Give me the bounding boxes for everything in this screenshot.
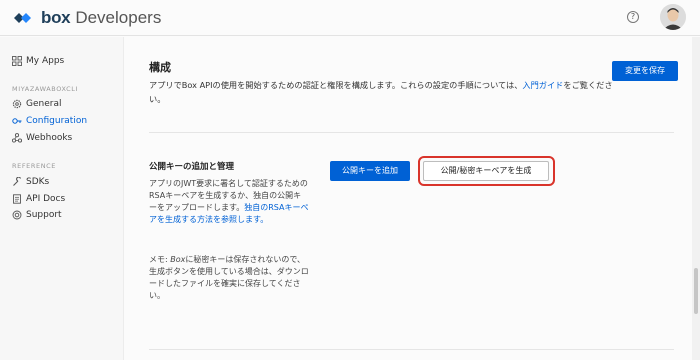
sidebar-item-label: General — [26, 99, 62, 109]
help-icon[interactable]: ? — [627, 11, 639, 23]
sidebar-item-label: My Apps — [26, 56, 65, 66]
scrollbar-thumb[interactable] — [694, 268, 698, 314]
brand-name: box — [41, 8, 71, 27]
note-box: Box — [170, 255, 186, 264]
sidebar-item-label: Configuration — [26, 116, 88, 126]
config-description-text: アプリでBox APIの使用を開始するための認証と権限を構成します。これらの設定… — [149, 80, 523, 90]
sidebar-item-label: Webhooks — [26, 133, 73, 143]
key-icon — [12, 118, 22, 124]
sidebar-item-configuration[interactable]: Configuration — [12, 116, 87, 126]
sidebar-item-support[interactable]: Support — [12, 210, 62, 220]
main-content: 構成 アプリでBox APIの使用を開始するための認証と権限を構成します。これら… — [124, 37, 687, 360]
note-prefix: メモ: — [149, 255, 171, 264]
sidebar-item-api-docs[interactable]: API Docs — [12, 194, 65, 204]
section-divider-bottom — [149, 349, 674, 350]
box-logo-icon — [14, 13, 31, 23]
app-section-title: MIYAZAWABOXCLI — [12, 85, 79, 93]
section-divider — [149, 132, 674, 133]
support-icon — [12, 210, 22, 220]
sidebar-item-sdks[interactable]: SDKs — [12, 177, 49, 187]
webhook-icon — [12, 133, 22, 143]
document-icon — [13, 194, 21, 204]
sidebar-item-webhooks[interactable]: Webhooks — [12, 133, 72, 143]
public-key-description: アプリのJWT要求に署名して認証するためのRSAキーペアを生成するか、独自の公開… — [149, 178, 309, 226]
sidebar-item-label: SDKs — [26, 177, 50, 187]
getting-started-link[interactable]: 入門ガイド — [522, 80, 563, 90]
top-bar: box Developers ? — [0, 0, 700, 36]
product-name: Developers — [75, 8, 162, 27]
gear-icon — [12, 99, 22, 109]
private-key-note: メモ: Boxに秘密キーは保存されないので、生成ボタンを使用している場合は、ダウ… — [149, 254, 309, 302]
page-title: 構成 — [149, 61, 171, 74]
apps-grid-icon — [12, 56, 22, 66]
sidebar-item-label: API Docs — [26, 194, 66, 204]
user-avatar[interactable] — [660, 4, 686, 30]
sidebar: My Apps MIYAZAWABOXCLI General Configura… — [0, 37, 123, 360]
sidebar-item-my-apps[interactable]: My Apps — [12, 56, 64, 66]
sidebar-item-general[interactable]: General — [12, 99, 61, 109]
wrench-icon — [13, 177, 22, 186]
save-changes-button[interactable]: 変更を保存 — [612, 61, 678, 81]
generate-keypair-button[interactable]: 公開/秘密キーペアを生成 — [423, 161, 549, 181]
sidebar-item-label: Support — [26, 210, 62, 220]
config-description: アプリでBox APIの使用を開始するための認証と権限を構成します。これらの設定… — [149, 78, 614, 106]
add-public-key-button[interactable]: 公開キーを追加 — [330, 161, 410, 181]
public-key-section-title: 公開キーの追加と管理 — [149, 162, 235, 172]
logo[interactable]: box Developers — [14, 8, 161, 28]
reference-section-title: REFERENCE — [12, 162, 57, 170]
